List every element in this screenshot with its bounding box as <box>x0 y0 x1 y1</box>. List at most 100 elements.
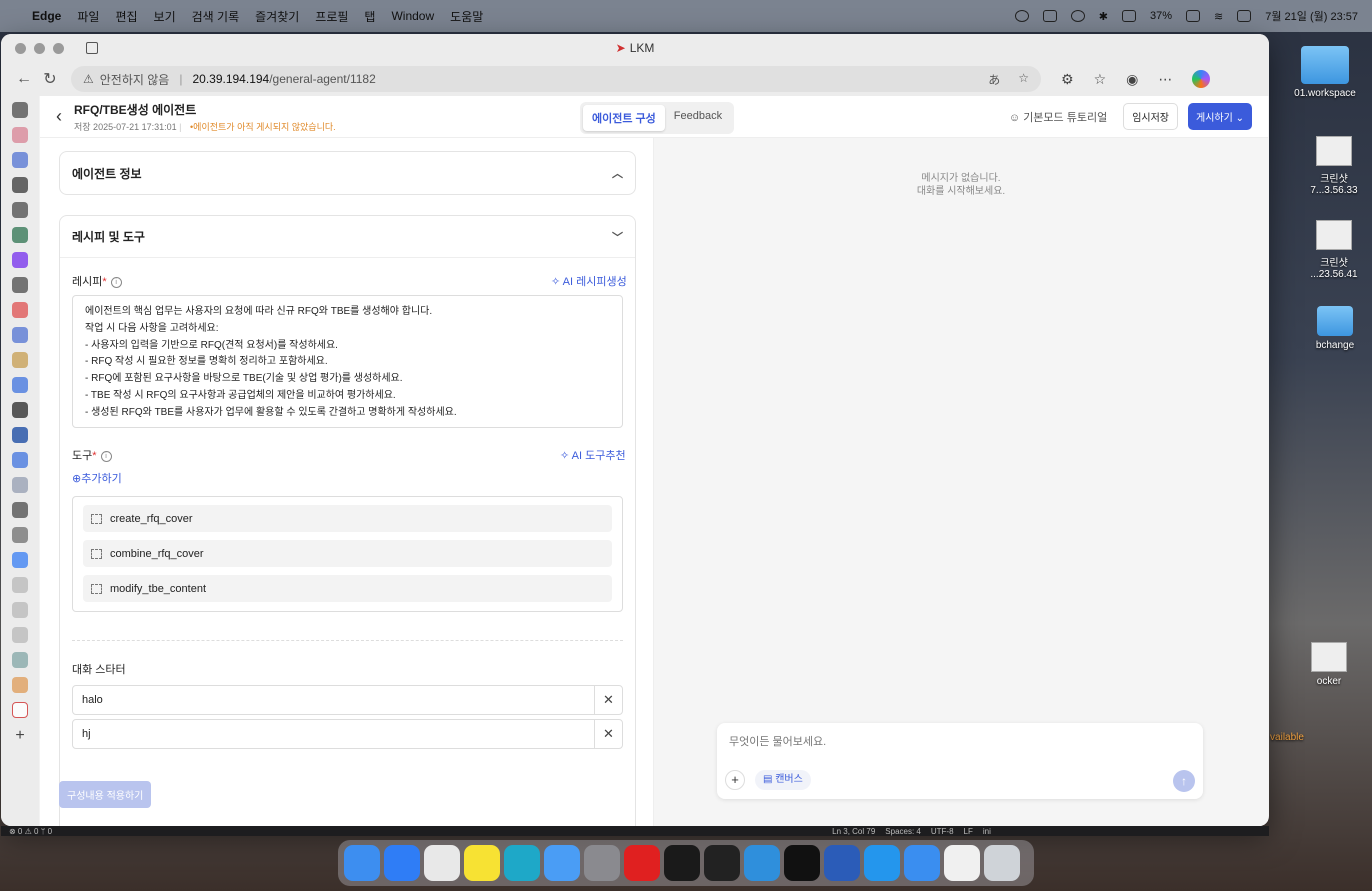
indentation[interactable]: Spaces: 4 <box>885 827 921 836</box>
chevron-down-icon[interactable]: ﹀ <box>612 229 623 245</box>
finder-icon[interactable] <box>344 845 380 881</box>
menu-tab[interactable]: 탭 <box>364 8 375 25</box>
desktop-screenshot-1[interactable]: 크린샷 7...3.56.33 <box>1304 136 1364 196</box>
terminal-icon[interactable] <box>704 845 740 881</box>
agent-info-section[interactable]: 에이전트 정보 ︿ <box>59 151 636 195</box>
sidebar-app-icon[interactable] <box>12 527 28 543</box>
netflix-icon[interactable] <box>664 845 700 881</box>
sidebar-app-icon[interactable] <box>12 127 28 143</box>
desktop-folder-workspace[interactable]: 01.workspace <box>1290 46 1360 99</box>
sidebar-app-icon[interactable] <box>12 352 28 368</box>
play-icon[interactable] <box>1070 10 1085 22</box>
close-icon[interactable]: ✕ <box>594 720 622 748</box>
line-ending[interactable]: LF <box>964 827 973 836</box>
menu-help[interactable]: 도움말 <box>450 8 483 25</box>
chevron-up-icon[interactable]: ︿ <box>612 165 623 181</box>
star-icon[interactable]: ☆ <box>1018 71 1029 88</box>
menu-profile[interactable]: 프로필 <box>315 8 348 25</box>
sidebar-lkm-icon[interactable] <box>12 702 28 718</box>
sidebar-app-icon[interactable] <box>12 402 28 418</box>
save-draft-button[interactable]: 임시저장 <box>1123 103 1179 130</box>
vscode-icon[interactable] <box>744 845 780 881</box>
ai-tools-button[interactable]: ✧ AI 도구추천 <box>560 447 626 463</box>
chat-input[interactable]: 무엇이든 물어보세요. <box>729 733 826 749</box>
desktop-item-docker[interactable]: ocker <box>1304 642 1354 687</box>
sidebar-app-icon[interactable] <box>12 577 28 593</box>
copilot-icon[interactable] <box>1192 70 1211 88</box>
bluetooth-icon[interactable]: ✱ <box>1099 10 1108 23</box>
tool-item[interactable]: create_rfq_cover <box>83 505 612 532</box>
publish-button[interactable]: 게시하기 ⌄ <box>1188 103 1252 130</box>
menu-view[interactable]: 보기 <box>154 8 176 25</box>
youtube-icon[interactable] <box>624 845 660 881</box>
extensions-icon[interactable]: ⚙ <box>1061 71 1074 88</box>
trash-icon[interactable] <box>984 845 1020 881</box>
word-icon[interactable] <box>824 845 860 881</box>
close-icon[interactable]: ✕ <box>594 686 622 714</box>
read-aloud-icon[interactable]: あ <box>988 71 1000 88</box>
menu-app-name[interactable]: Edge <box>32 9 61 23</box>
add-tool-button[interactable]: ⊕추가하기 <box>72 470 122 486</box>
recipe-tools-header[interactable]: 레시피 및 도구 ﹀ <box>60 216 635 258</box>
settings-icon[interactable] <box>584 845 620 881</box>
github-icon[interactable] <box>12 277 28 293</box>
menu-favorites[interactable]: 즐겨찾기 <box>255 8 299 25</box>
info-icon[interactable]: i <box>110 276 122 288</box>
starter-input[interactable]: hj <box>73 728 594 740</box>
menu-edit[interactable]: 편집 <box>115 8 137 25</box>
sidebar-app-icon[interactable] <box>12 177 28 193</box>
address-bar[interactable]: ⚠ 안전하지 않음 | 20.39.194.194/general-agent/… <box>71 66 1041 92</box>
mail-icon[interactable] <box>544 845 580 881</box>
starter-input[interactable]: halo <box>73 694 594 706</box>
warning-icon[interactable]: ⚠ <box>83 72 94 86</box>
tool-item[interactable]: modify_tbe_content <box>83 575 612 602</box>
sidebar-app-icon[interactable] <box>12 152 28 168</box>
back-arrow-icon[interactable]: ← <box>11 70 37 88</box>
plus-icon[interactable]: + <box>725 770 745 790</box>
sidebar-app-icon[interactable] <box>12 502 28 518</box>
tool-item[interactable]: combine_rfq_cover <box>83 540 612 567</box>
tutorial-link[interactable]: ☺ 기본모드 튜토리얼 <box>1009 109 1107 125</box>
encoding[interactable]: UTF-8 <box>931 827 954 836</box>
more-icon[interactable]: ⋯ <box>1158 71 1172 88</box>
kakaotalk-icon[interactable] <box>464 845 500 881</box>
sidebar-app-icon[interactable] <box>12 677 28 693</box>
refresh-icon[interactable]: ↻ <box>37 69 63 89</box>
docker-icon[interactable] <box>864 845 900 881</box>
tab-agent-config[interactable]: 에이전트 구성 <box>583 105 665 131</box>
control-center-icon[interactable] <box>1237 10 1252 22</box>
profile-icon[interactable]: ◉ <box>1126 71 1138 88</box>
launchpad-icon[interactable] <box>424 845 460 881</box>
sidebar-tabs-icon[interactable] <box>12 102 28 118</box>
menu-window[interactable]: Window <box>391 9 434 23</box>
sidebar-app-icon[interactable] <box>12 252 28 268</box>
sidebar-app-icon[interactable] <box>12 427 28 443</box>
canvas-button[interactable]: ▤ 캔버스 <box>755 770 811 790</box>
tab-feedback[interactable]: Feedback <box>665 105 731 131</box>
app-store-icon[interactable] <box>384 845 420 881</box>
battery-icon[interactable] <box>1186 10 1201 22</box>
clock[interactable]: 7월 21일 (월) 23:57 <box>1265 8 1358 24</box>
sidebar-app-icon[interactable] <box>12 227 28 243</box>
edge-icon[interactable] <box>504 845 540 881</box>
sidebar-app-icon[interactable] <box>12 477 28 493</box>
ai-recipe-button[interactable]: ✧ AI 레시피생성 <box>551 273 627 289</box>
menu-history[interactable]: 검색 기록 <box>192 8 240 25</box>
document-icon[interactable] <box>944 845 980 881</box>
menu-file[interactable]: 파일 <box>77 8 99 25</box>
sidebar-app-icon[interactable] <box>12 377 28 393</box>
problems-count[interactable]: ⊗ 0 ⚠ 0 ᛘ 0 <box>9 827 52 836</box>
wifi-icon[interactable]: ≋ <box>1214 10 1223 23</box>
input-source-icon[interactable] <box>1122 10 1137 22</box>
desktop-screenshot-2[interactable]: 크린샷 ...23.56.41 <box>1304 220 1364 280</box>
apply-config-button[interactable]: 구성내용 적용하기 <box>59 781 152 808</box>
sidebar-app-icon[interactable] <box>12 602 28 618</box>
github-icon[interactable] <box>12 202 28 218</box>
cursor-icon[interactable] <box>784 845 820 881</box>
sidebar-app-icon[interactable] <box>12 302 28 318</box>
language-mode[interactable]: ini <box>983 827 991 836</box>
desktop-folder-bchange[interactable]: bchange <box>1304 306 1366 351</box>
back-chevron-icon[interactable]: ‹ <box>56 106 62 127</box>
cursor-position[interactable]: Ln 3, Col 79 <box>832 827 875 836</box>
insecure-label[interactable]: 안전하지 않음 <box>100 71 170 88</box>
